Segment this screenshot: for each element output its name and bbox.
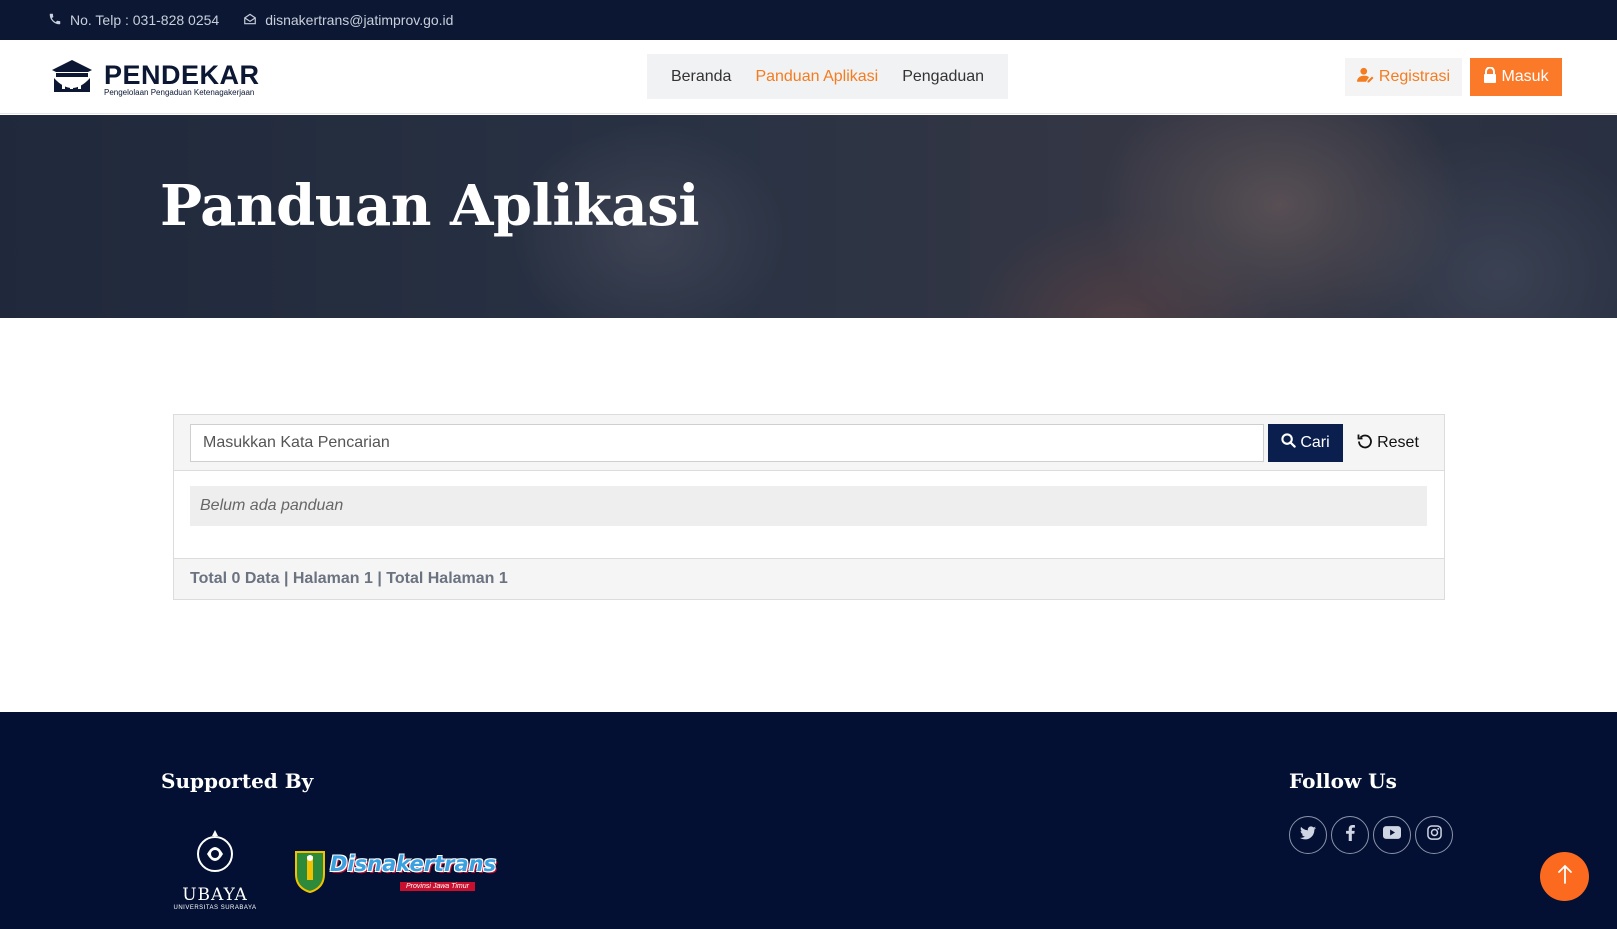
empty-state-message: Belum ada panduan <box>190 486 1427 526</box>
nav-panduan-aplikasi[interactable]: Panduan Aplikasi <box>755 68 878 86</box>
login-button[interactable]: Masuk <box>1470 58 1562 96</box>
contact-phone-text: No. Telp : 031-828 0254 <box>70 12 220 28</box>
reset-button[interactable]: Reset <box>1353 424 1423 462</box>
hero-banner: Panduan Aplikasi <box>0 115 1617 318</box>
contact-email[interactable]: disnakertrans@jatimprov.go.id <box>243 12 453 29</box>
ubaya-emblem-icon <box>193 830 237 882</box>
nav-pengaduan[interactable]: Pengaduan <box>902 68 984 86</box>
supported-by-title: Supported By <box>161 769 314 793</box>
back-to-top-button[interactable] <box>1540 852 1589 901</box>
jatim-crest-icon <box>294 848 326 899</box>
contact-email-text: disnakertrans@jatimprov.go.id <box>265 12 454 28</box>
disnakertrans-subtitle: Provinsi Jawa Timur <box>400 882 475 891</box>
ubaya-name: UBAYA <box>182 885 248 905</box>
ubaya-logo[interactable]: UBAYA UNIVERSITAS SURABAYA <box>172 828 258 924</box>
pagination-summary: Total 0 Data | Halaman 1 | Total Halaman… <box>174 558 1444 599</box>
pendekar-logo-icon <box>48 58 96 101</box>
search-bar: Cari Reset <box>174 415 1444 471</box>
register-button[interactable]: Registrasi <box>1345 58 1462 96</box>
reset-button-label: Reset <box>1377 434 1419 451</box>
search-button-label: Cari <box>1300 434 1330 451</box>
youtube-link[interactable] <box>1373 816 1411 854</box>
top-contact-bar: No. Telp : 031-828 0254 disnakertrans@ja… <box>0 0 1617 40</box>
contact-phone: No. Telp : 031-828 0254 <box>48 12 219 29</box>
brand-title: PENDEKAR <box>104 59 260 90</box>
facebook-icon <box>1345 824 1355 846</box>
lock-icon <box>1483 66 1501 88</box>
envelope-icon <box>243 12 265 29</box>
register-button-label: Registrasi <box>1378 68 1451 85</box>
search-button[interactable]: Cari <box>1268 424 1343 462</box>
ubaya-subtitle: UNIVERSITAS SURABAYA <box>173 905 257 911</box>
disnakertrans-logo[interactable]: Disnakertrans Provinsi Jawa Timur <box>294 848 496 899</box>
nav-beranda[interactable]: Beranda <box>671 68 732 86</box>
login-button-label: Masuk <box>1501 68 1549 85</box>
page-title: Panduan Aplikasi <box>160 173 700 239</box>
instagram-icon <box>1426 825 1442 845</box>
disnakertrans-name: Disnakertrans <box>330 852 497 876</box>
twitter-icon <box>1300 825 1316 845</box>
social-links <box>1289 816 1457 854</box>
facebook-link[interactable] <box>1331 816 1369 854</box>
follow-us-title: Follow Us <box>1289 769 1397 793</box>
brand-logo[interactable]: PENDEKAR Pengelolaan Pengaduan Ketenagak… <box>48 58 260 101</box>
user-edit-icon <box>1356 67 1379 88</box>
undo-icon <box>1357 433 1377 454</box>
search-icon <box>1281 433 1300 453</box>
guide-search-card: Cari Reset Belum ada panduan Total 0 Dat… <box>173 414 1445 600</box>
main-nav: Beranda Panduan Aplikasi Pengaduan <box>647 54 1008 99</box>
brand-subtitle: Pengelolaan Pengaduan Ketenagakerjaan <box>104 87 255 97</box>
twitter-link[interactable] <box>1289 816 1327 854</box>
search-input[interactable] <box>190 424 1264 462</box>
phone-icon <box>48 12 70 29</box>
arrow-up-icon <box>1557 864 1573 889</box>
site-header: PENDEKAR Pengelolaan Pengaduan Ketenagak… <box>0 40 1617 114</box>
youtube-icon <box>1383 826 1401 844</box>
site-footer: Supported By Follow Us UBAYA UNIVERSITAS… <box>0 712 1617 929</box>
instagram-link[interactable] <box>1415 816 1453 854</box>
